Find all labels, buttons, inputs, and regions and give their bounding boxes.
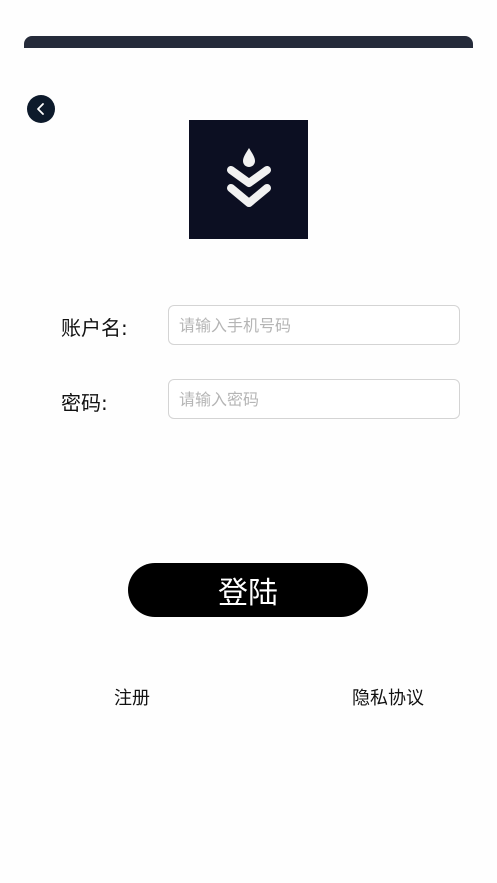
app-logo	[189, 120, 308, 239]
chevron-left-icon	[37, 103, 44, 115]
top-bar	[24, 36, 473, 48]
account-input[interactable]	[168, 305, 460, 345]
stacked-chevrons-drop-icon	[226, 147, 271, 207]
account-label: 账户名:	[61, 316, 128, 340]
password-label: 密码:	[61, 391, 108, 415]
register-link[interactable]: 注册	[114, 684, 150, 710]
login-button[interactable]: 登陆	[128, 563, 368, 617]
password-input[interactable]	[168, 379, 460, 419]
back-button[interactable]	[27, 95, 55, 123]
privacy-policy-link[interactable]: 隐私协议	[352, 684, 424, 710]
